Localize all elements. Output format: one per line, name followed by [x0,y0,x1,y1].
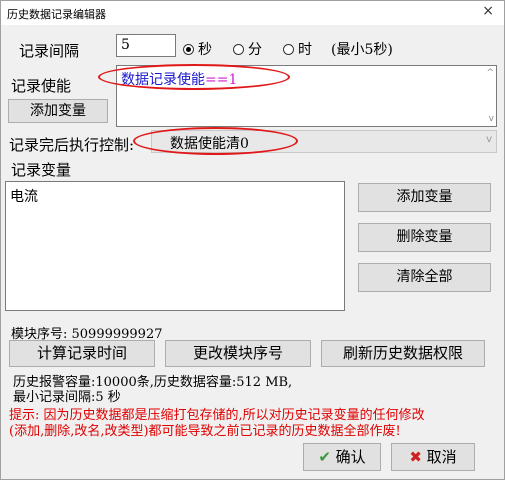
window-title: 历史数据记录编辑器 [7,8,106,21]
radio-minutes-dot [233,43,244,55]
ok-button[interactable]: ✔ 确认 [303,443,381,471]
close-icon[interactable]: × [482,3,494,19]
radio-seconds-dot [183,43,194,55]
radio-seconds[interactable]: 秒 [183,39,212,59]
variables-label: 记录变量 [11,161,72,179]
annotation-circle-post-control [133,127,298,155]
refresh-history-permission-button[interactable]: 刷新历史数据权限 [321,340,485,367]
enable-label: 记录使能 [11,77,72,95]
cancel-button-label: 取消 [426,448,457,466]
interval-input[interactable]: 5 [116,34,176,57]
interval-label: 记录间隔 [19,42,80,60]
change-module-serial-button[interactable]: 更改模块序号 [165,340,311,367]
ok-button-label: 确认 [335,448,366,466]
cancel-button[interactable]: ✖ 取消 [391,443,475,471]
enable-add-variable-button[interactable]: 添加变量 [8,99,108,123]
post-control-label: 记录完后执行控制: [9,136,135,154]
radio-hours-dot [283,43,294,55]
annotation-circle-enable [98,64,290,90]
radio-minutes-label: 分 [248,42,262,58]
radio-minutes[interactable]: 分 [233,39,262,59]
chevron-down-icon: v [486,134,492,145]
interval-value: 5 [121,37,130,53]
clear-all-button[interactable]: 清除全部 [358,263,491,292]
interval-hint: (最小5秒) [331,42,393,58]
cross-icon: ✖ [409,448,422,466]
title-bar: 历史数据记录编辑器 × [1,1,504,25]
radio-hours[interactable]: 时 [283,39,312,59]
add-variable-button[interactable]: 添加变量 [358,183,491,212]
calc-record-time-button[interactable]: 计算记录时间 [9,340,155,367]
scroll-down-icon[interactable]: v [489,114,494,124]
variables-list[interactable]: 电流 [5,181,345,311]
scroll-up-icon[interactable]: ^ [486,68,494,78]
radio-hours-label: 时 [298,42,312,58]
warning-line-2: (添加,删除,改名,改类型)都可能导致之前已记录的历史数据全部作废! [9,424,401,439]
variables-list-item[interactable]: 电流 [10,186,38,206]
delete-variable-button[interactable]: 删除变量 [358,223,491,252]
radio-seconds-label: 秒 [198,42,212,58]
checkmark-icon: ✔ [318,448,331,466]
capacity-line-2: 最小记录间隔:5 秒 [13,390,121,405]
editor-window: 历史数据记录编辑器 × 记录间隔 5 秒 分 时 (最小5秒) 记录使能 添加变… [0,0,505,480]
